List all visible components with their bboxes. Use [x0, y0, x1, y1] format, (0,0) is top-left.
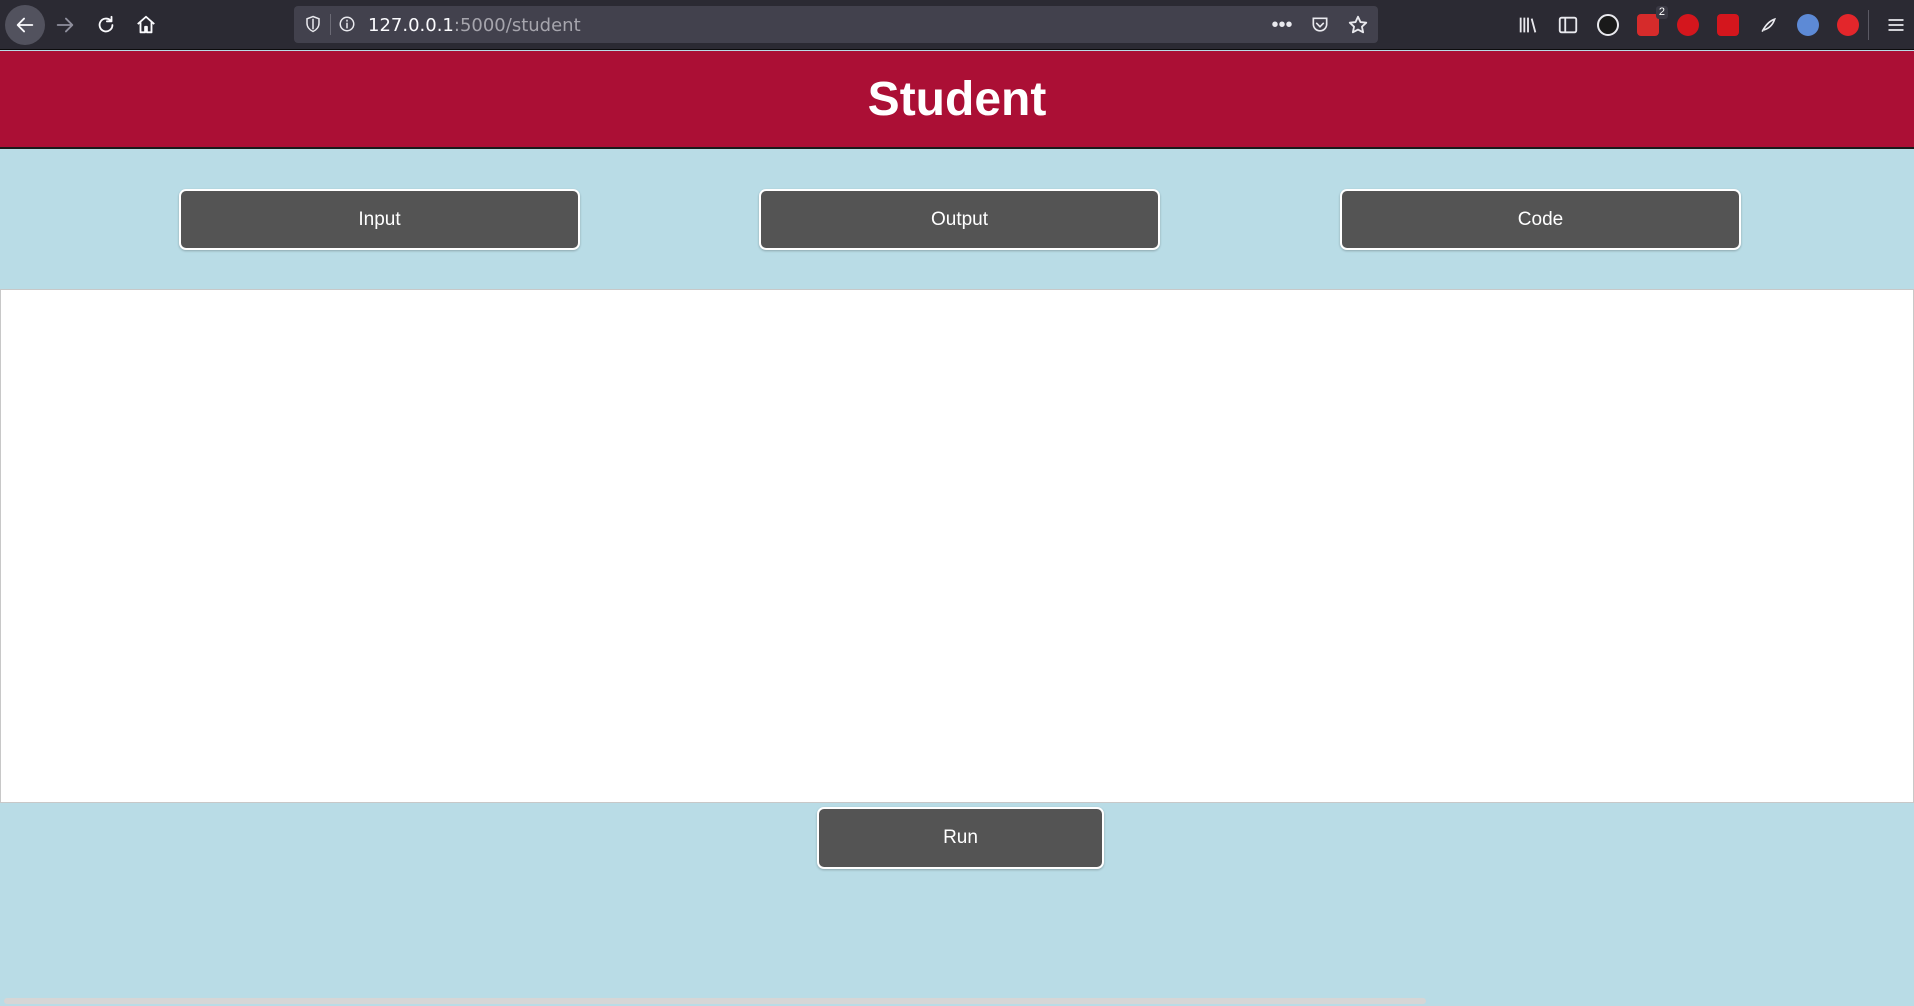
browser-toolbar: 127.0.0.1:5000/student ••• 2 — [0, 0, 1914, 50]
info-icon[interactable] — [338, 15, 356, 33]
url-path: :5000/student — [453, 15, 581, 36]
pocket-icon[interactable] — [1308, 13, 1332, 37]
input-tab-button[interactable]: Input — [179, 189, 580, 250]
toolbar-divider — [1868, 10, 1869, 40]
page-header: Student — [0, 51, 1914, 149]
page-title: Student — [867, 72, 1047, 126]
editor-area[interactable] — [0, 289, 1914, 803]
extension-badge-icon[interactable]: 2 — [1632, 6, 1668, 41]
library-icon[interactable] — [1512, 9, 1544, 41]
star-icon[interactable] — [1346, 13, 1370, 37]
more-icon[interactable]: ••• — [1270, 13, 1294, 37]
home-button[interactable] — [126, 5, 166, 45]
horizontal-scrollbar[interactable] — [0, 996, 1914, 1006]
forward-button[interactable] — [45, 5, 85, 45]
feather-extension-icon[interactable] — [1752, 9, 1784, 41]
arrow-right-icon — [56, 17, 74, 33]
adblock-icon[interactable] — [1672, 9, 1704, 41]
translate-extension-icon[interactable] — [1792, 9, 1824, 41]
url-host: 127.0.0.1 — [368, 15, 454, 36]
account-extension-icon[interactable] — [1592, 9, 1624, 41]
url-text[interactable]: 127.0.0.1:5000/student — [368, 15, 581, 36]
code-tab-button[interactable]: Code — [1340, 189, 1741, 250]
scrollbar-thumb[interactable] — [4, 998, 1426, 1004]
home-icon — [137, 15, 155, 34]
reload-button[interactable] — [86, 5, 126, 45]
shield-icon[interactable] — [304, 15, 322, 33]
reload-icon — [98, 15, 114, 33]
url-divider — [330, 14, 331, 35]
address-bar[interactable]: 127.0.0.1:5000/student ••• — [294, 6, 1378, 43]
extensions-toolbar: 2 — [1512, 6, 1864, 41]
url-actions: ••• — [1270, 13, 1370, 37]
run-button[interactable]: Run — [817, 807, 1104, 869]
sidebar-icon[interactable] — [1552, 9, 1584, 41]
output-tab-button[interactable]: Output — [759, 189, 1160, 250]
wand-extension-icon[interactable] — [1712, 9, 1744, 41]
back-button[interactable] — [5, 5, 45, 45]
video-extension-icon[interactable] — [1832, 9, 1864, 41]
extension-badge-count: 2 — [1655, 6, 1668, 19]
hamburger-menu-icon[interactable] — [1880, 9, 1912, 41]
arrow-left-icon — [16, 17, 34, 33]
